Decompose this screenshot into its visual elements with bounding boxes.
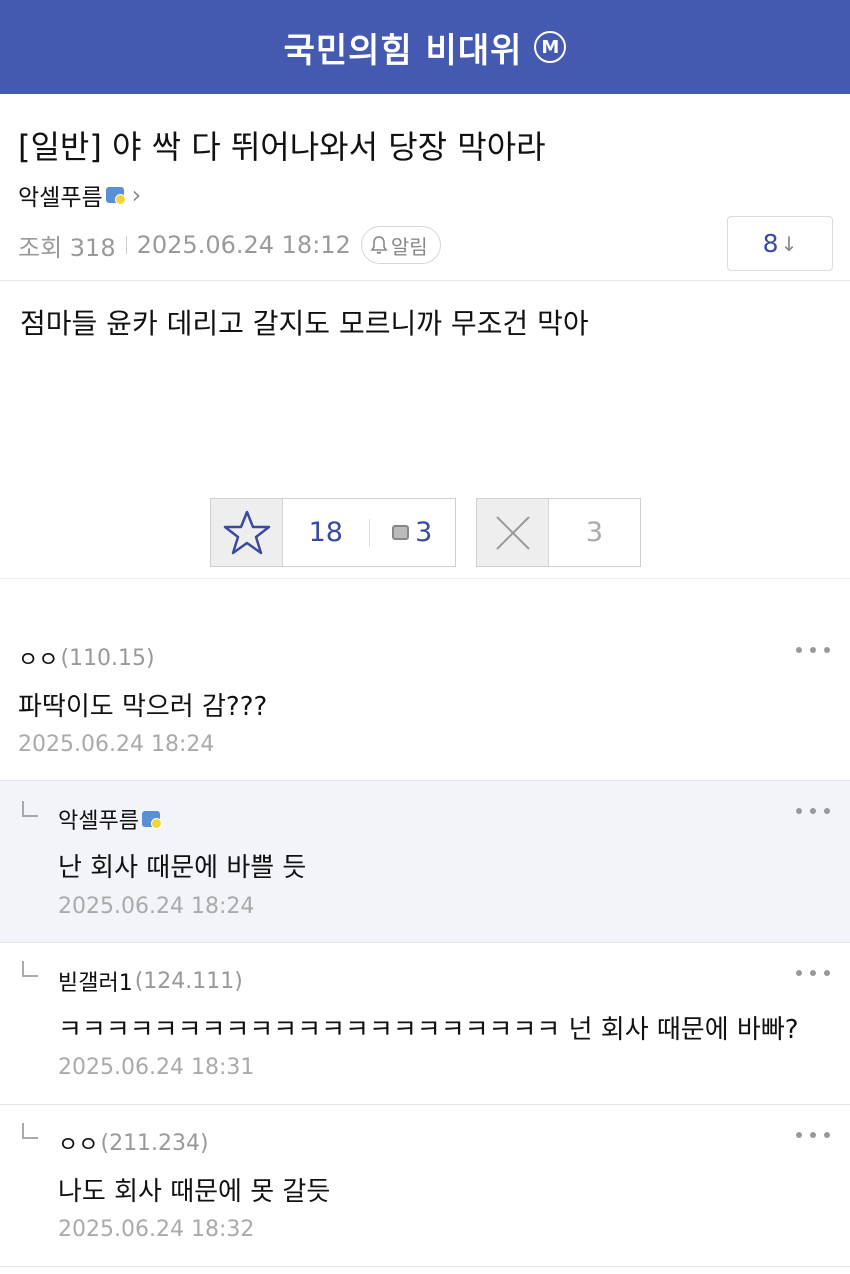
post-title: [일반] 야 싹 다 뛰어나와서 당장 막아라 (18, 128, 546, 166)
comment-author: ㅇㅇ (110.15) (18, 642, 155, 674)
gallery-title[interactable]: 국민의힘 비대위 (284, 23, 523, 72)
comment-jump-button[interactable]: 8 ↓ (727, 216, 833, 271)
comment-author: ㅇㅇ (211.234) (58, 1127, 209, 1159)
downvote-button[interactable] (477, 499, 549, 566)
downvote-count: 3 (585, 517, 604, 548)
comment-date: 2025.06.24 18:24 (58, 894, 255, 919)
reply-item: ㅇㅇ (211.234) 나도 회사 때문에 못 갈듯 2025.06.24 1… (0, 1105, 850, 1267)
reply-item: 악셀푸름 난 회사 때문에 바쁠 듯 2025.06.24 18:24 (0, 781, 850, 943)
view-count: 조회 318 (18, 233, 116, 262)
comment-text: ㅋㅋㅋㅋㅋㅋㅋㅋㅋㅋㅋㅋㅋㅋㅋㅋㅋㅋㅋㅋㅋ 넌 회사 때문에 바빠? (58, 1015, 799, 1045)
comment-date: 2025.06.24 18:24 (18, 732, 215, 757)
comment-date: 2025.06.24 18:31 (58, 1055, 255, 1080)
x-icon (495, 515, 530, 550)
comment-text: 난 회사 때문에 바쁠 듯 (58, 853, 307, 883)
comment-name: ㅇㅇ (58, 1133, 99, 1158)
comment-date: 2025.06.24 18:32 (58, 1217, 255, 1242)
fixed-nick-icon (141, 811, 162, 829)
alert-button[interactable]: 알림 (360, 226, 441, 264)
fixed-recommend: 3 (370, 499, 456, 566)
recommend-group: 18 3 (210, 498, 456, 567)
comment-author: 악셀푸름 (58, 803, 162, 835)
more-options-icon[interactable] (796, 645, 830, 655)
alert-label: 알림 (390, 234, 428, 259)
post-header: [일반] 야 싹 다 뛰어나와서 당장 막아라 악셀푸름 › 조회 318 20… (0, 94, 850, 281)
fixed-nick-small-icon (392, 525, 410, 540)
comment-text: 파딱이도 막으러 감??? (18, 692, 268, 722)
arrow-down-icon: ↓ (780, 231, 798, 256)
more-options-icon[interactable] (796, 806, 830, 816)
comment-text: 나도 회사 때문에 못 갈듯 (58, 1177, 331, 1207)
comment-ip: (110.15) (60, 645, 155, 671)
reply-arrow-icon (22, 961, 38, 977)
recommend-count: 18 (308, 517, 343, 548)
minor-gallery-badge: M (534, 31, 567, 63)
bell-icon (370, 236, 388, 254)
comment-author: 빋갤러1 (124.111) (58, 965, 243, 997)
comment-ip: (124.111) (134, 968, 243, 994)
comment-ip: (211.234) (100, 1130, 209, 1156)
comment-name: ㅇㅇ (18, 648, 59, 673)
star-icon (223, 510, 270, 554)
post-datetime: 2025.06.24 18:12 (136, 231, 351, 259)
comment-name: 악셀푸름 (58, 809, 139, 834)
chevron-right-icon: › (131, 181, 142, 209)
gallery-header: 국민의힘 비대위 M (0, 0, 850, 94)
downvote-group: 3 (476, 498, 641, 567)
comment-item: ㅇㅇ (110.15) 파딱이도 막으러 감??? 2025.06.24 18:… (0, 620, 850, 781)
comment-count: 8 (762, 229, 779, 258)
fixed-nick-icon (105, 187, 126, 205)
meta-divider (125, 236, 127, 254)
recommend-button[interactable] (211, 499, 283, 566)
section-divider (0, 578, 850, 579)
post-body: 점마들 윤카 데리고 갈지도 모르니까 무조건 막아 (20, 307, 589, 340)
reply-arrow-icon (22, 801, 38, 817)
author-name: 악셀푸름 (18, 185, 103, 211)
reply-arrow-icon (22, 1123, 38, 1139)
more-options-icon[interactable] (796, 1130, 830, 1140)
reply-item: 빋갤러1 (124.111) ㅋㅋㅋㅋㅋㅋㅋㅋㅋㅋㅋㅋㅋㅋㅋㅋㅋㅋㅋㅋㅋ 넌 회… (0, 943, 850, 1105)
comment-name: 빋갤러1 (58, 971, 133, 996)
post-meta: 조회 318 2025.06.24 18:12 알림 (18, 226, 441, 264)
fixed-recommend-count: 3 (415, 517, 433, 548)
more-options-icon[interactable] (796, 968, 830, 978)
author-link[interactable]: 악셀푸름 › (18, 178, 141, 212)
